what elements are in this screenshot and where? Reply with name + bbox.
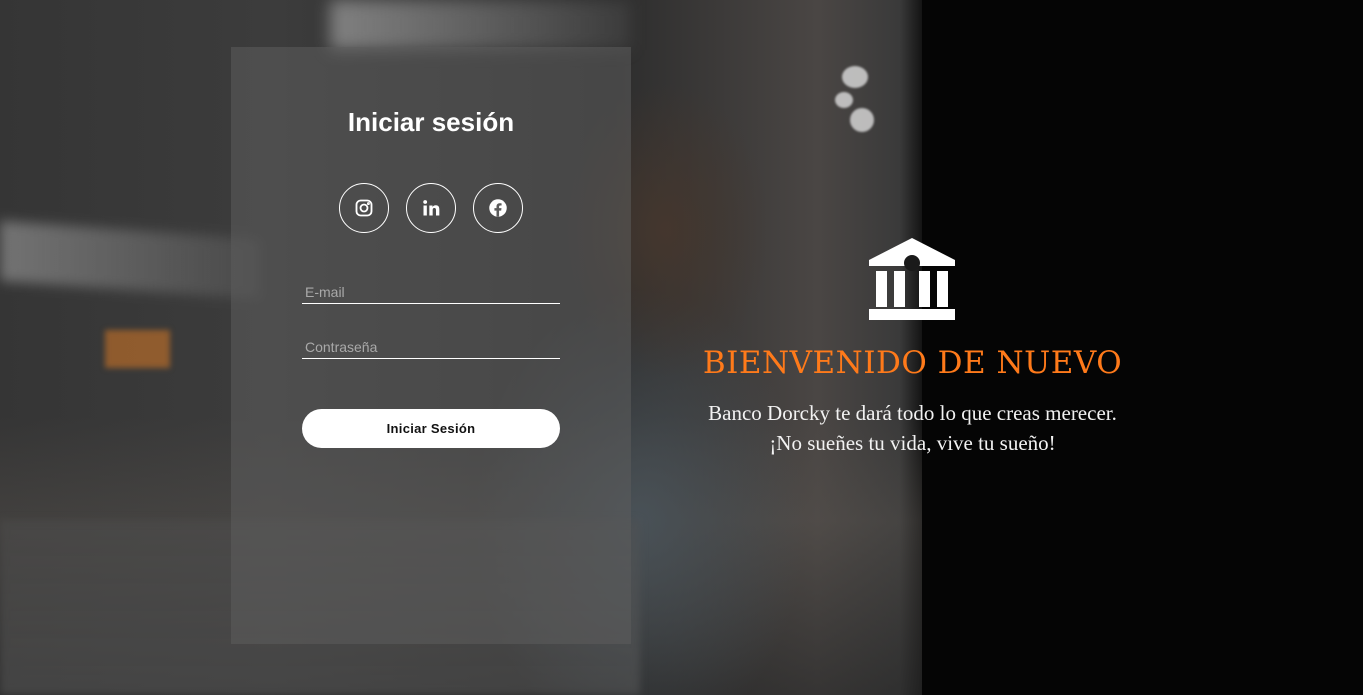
- login-card: Iniciar sesión Iniciar Sesión: [231, 47, 631, 644]
- social-login-row: [339, 183, 523, 233]
- instagram-icon: [355, 199, 373, 217]
- facebook-button[interactable]: [473, 183, 523, 233]
- email-field[interactable]: [302, 282, 560, 304]
- bank-icon: [869, 238, 955, 320]
- welcome-title: BIENVENIDO DE NUEVO: [702, 345, 1123, 381]
- linkedin-button[interactable]: [406, 183, 456, 233]
- facebook-icon: [489, 199, 507, 217]
- login-submit-button[interactable]: Iniciar Sesión: [302, 409, 560, 448]
- login-title: Iniciar sesión: [347, 107, 515, 137]
- linkedin-icon: [423, 200, 440, 216]
- welcome-text-line-2: ¡No sueñes tu vida, vive tu sueño!: [769, 431, 1056, 455]
- instagram-button[interactable]: [339, 183, 389, 233]
- password-field[interactable]: [302, 337, 560, 359]
- welcome-text-line-1: Banco Dorcky te dará todo lo que creas m…: [708, 401, 1117, 425]
